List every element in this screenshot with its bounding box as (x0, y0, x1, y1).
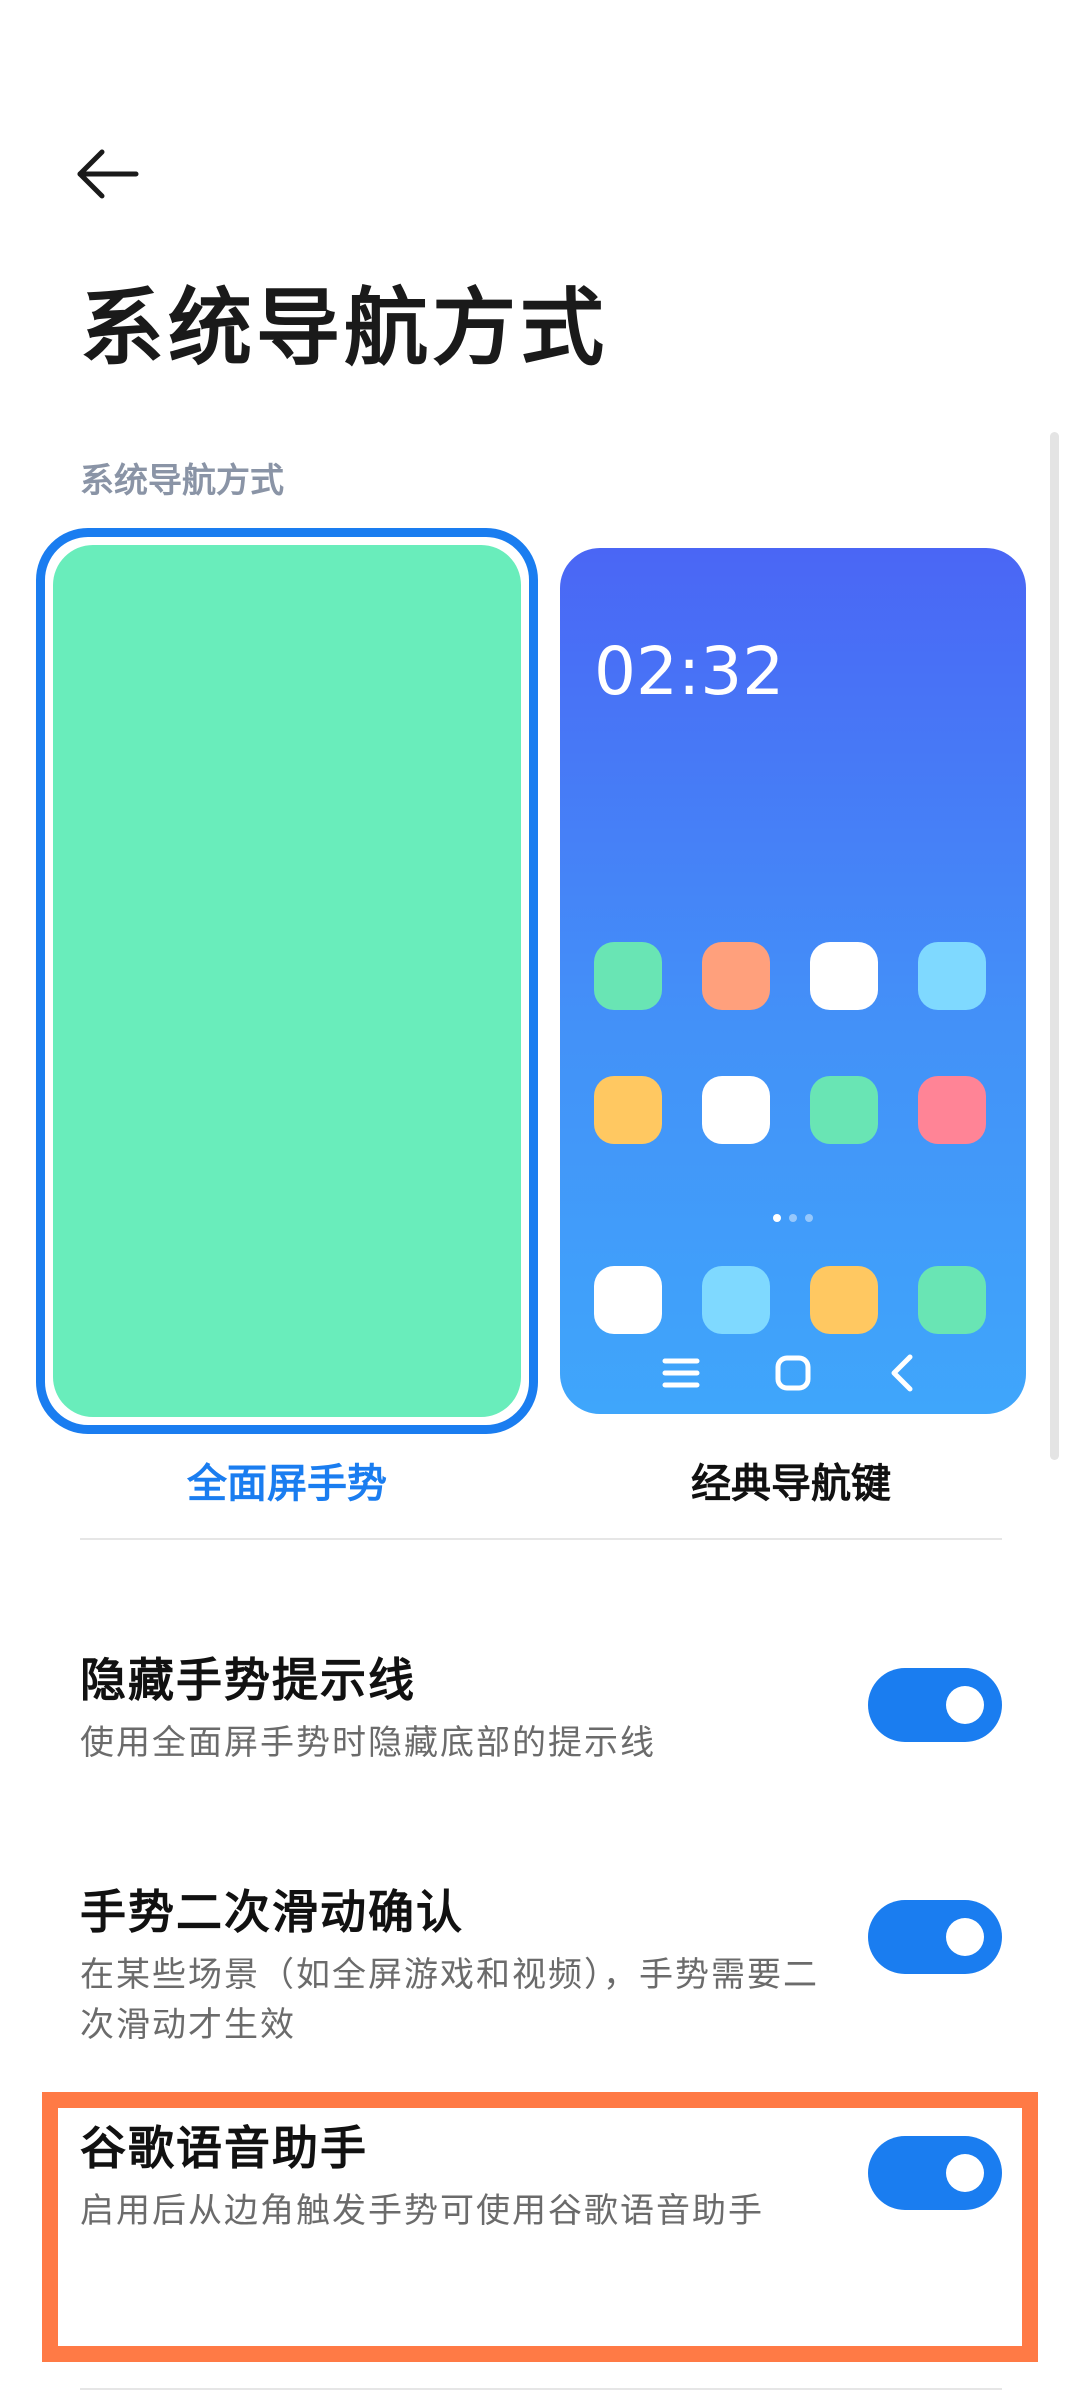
preview-clock: 02:32 (594, 633, 785, 710)
setting-hide-gesture-line[interactable]: 隐藏手势提示线 使用全面屏手势时隐藏底部的提示线 (80, 1648, 1002, 1768)
option-fullscreen-gesture-label[interactable]: 全面屏手势 (36, 1454, 538, 1514)
settings-page: 系统导航方式 系统导航方式 全面屏手势 02:32 经典导航键 隐藏手势提示线 … (0, 0, 1080, 2400)
setting-title: 手势二次滑动确认 (80, 1885, 464, 1939)
divider (80, 2388, 1002, 2390)
back-button[interactable] (72, 138, 144, 210)
option-classic-nav-keys-label[interactable]: 经典导航键 (540, 1454, 1042, 1514)
option-classic-nav-keys[interactable]: 02:32 (560, 548, 1026, 1414)
toggle-knob (946, 1686, 984, 1724)
app-icon (918, 1266, 986, 1334)
option-fullscreen-gesture[interactable] (36, 528, 538, 1434)
page-dot (805, 1214, 813, 1222)
setting-description: 在某些场景（如全屏游戏和视频），手势需要二次滑动才生效 (80, 1955, 819, 2045)
toggle-knob (946, 1918, 984, 1956)
setting-description: 启用后从边角触发手势可使用谷歌语音助手 (80, 2191, 764, 2231)
toggle-knob (946, 2154, 984, 2192)
page-dot (789, 1214, 797, 1222)
app-icon (702, 1076, 770, 1144)
app-icon (594, 942, 662, 1010)
setting-title: 谷歌语音助手 (80, 2121, 368, 2175)
menu-icon (662, 1358, 700, 1388)
app-icon (810, 1266, 878, 1334)
app-icon (810, 1076, 878, 1144)
setting-title: 隐藏手势提示线 (80, 1653, 416, 1707)
app-icon (918, 1076, 986, 1144)
google-assistant-toggle[interactable] (868, 2136, 1002, 2210)
setting-gesture-double-swipe[interactable]: 手势二次滑动确认 在某些场景（如全屏游戏和视频），手势需要二次滑动才生效 (80, 1880, 1002, 2050)
setting-description: 使用全面屏手势时隐藏底部的提示线 (80, 1723, 656, 1763)
section-label: 系统导航方式 (80, 461, 284, 501)
page-title: 系统导航方式 (80, 279, 609, 377)
app-icon (702, 1266, 770, 1334)
app-icon (594, 1266, 662, 1334)
app-icon (702, 942, 770, 1010)
page-indicator (560, 1214, 1026, 1222)
back-nav-icon (891, 1354, 913, 1392)
app-icon (918, 942, 986, 1010)
gesture-double-swipe-toggle[interactable] (868, 1900, 1002, 1974)
app-icon (810, 942, 878, 1010)
page-dot (773, 1214, 781, 1222)
gesture-preview (53, 545, 521, 1417)
divider (80, 1538, 1002, 1540)
scrollbar[interactable] (1050, 432, 1059, 1460)
app-icon (594, 1076, 662, 1144)
hide-gesture-line-toggle[interactable] (868, 1668, 1002, 1742)
arrow-left-icon (77, 149, 139, 199)
setting-google-assistant[interactable]: 谷歌语音助手 启用后从边角触发手势可使用谷歌语音助手 (80, 2116, 1002, 2236)
home-icon (775, 1355, 811, 1391)
